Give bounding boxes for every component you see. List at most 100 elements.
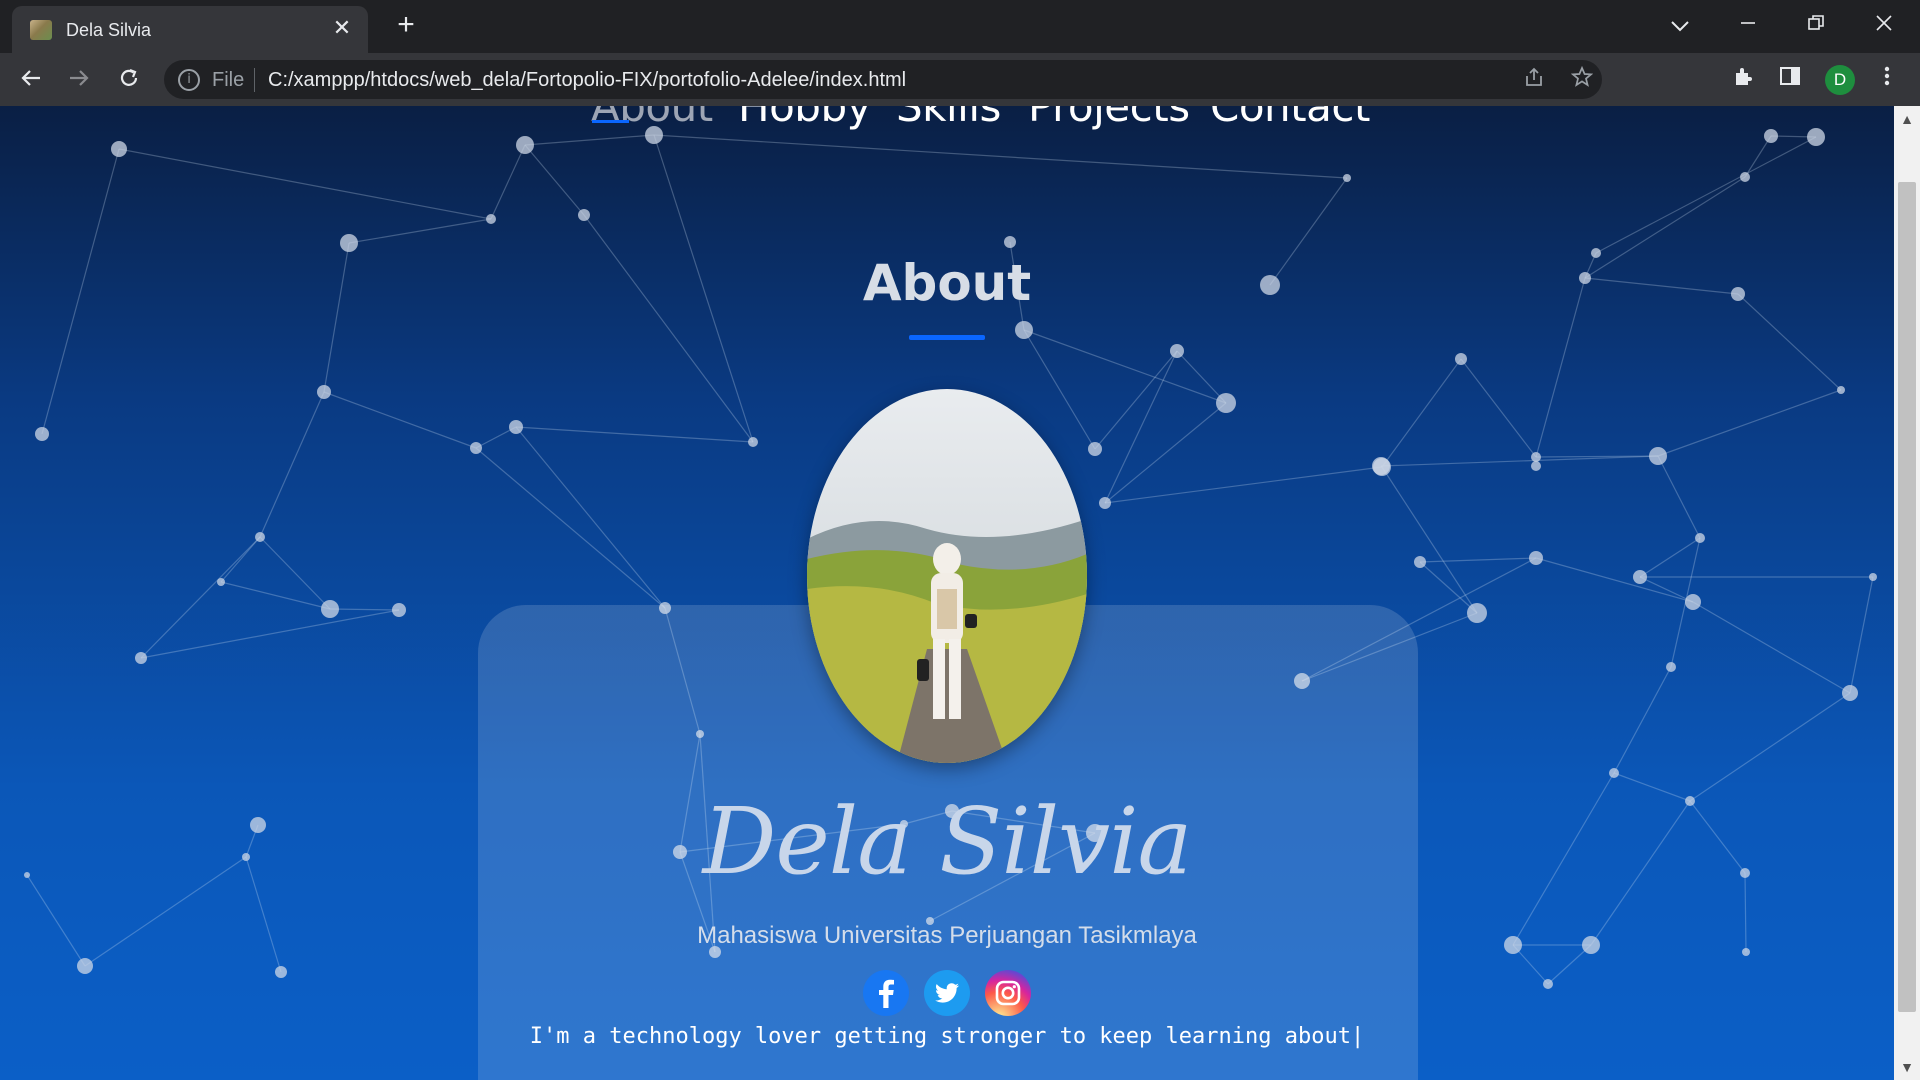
url-text[interactable]: C:/xamppp/htdocs/web_dela/Fortopolio-FIX… (268, 69, 906, 92)
network-link (490, 144, 526, 220)
network-link (1381, 358, 1462, 468)
reload-icon[interactable] (112, 63, 146, 97)
network-node (1088, 442, 1102, 456)
back-icon[interactable] (14, 63, 48, 97)
network-link (1689, 692, 1851, 802)
share-icon[interactable] (1520, 66, 1548, 94)
network-link (140, 609, 400, 659)
network-node (1666, 662, 1676, 672)
extensions-icon[interactable] (1728, 65, 1758, 95)
network-link (515, 426, 666, 609)
browser-toolbar: i File C:/xamppp/htdocs/web_dela/Fortopo… (0, 53, 1920, 106)
network-node (1685, 594, 1701, 610)
nav-skills-link[interactable]: Skills (896, 106, 1001, 131)
typed-tagline: I'm a technology lover getting stronger … (529, 1024, 1365, 1049)
network-node (1414, 556, 1426, 568)
network-node (1015, 321, 1033, 339)
network-link (329, 608, 400, 611)
network-node (1543, 979, 1553, 989)
network-link (515, 426, 754, 443)
profile-photo (807, 389, 1087, 763)
network-node (470, 442, 482, 454)
nav-about-link[interactable]: About (591, 106, 713, 131)
network-node (509, 420, 523, 434)
close-window-icon[interactable] (1864, 8, 1904, 44)
tab-title: Dela Silvia (66, 20, 152, 40)
section-title: About (862, 254, 1032, 312)
profile-subtitle: Mahasiswa Universitas Perjuangan Tasikml… (697, 922, 1197, 949)
active-nav-underline (592, 120, 629, 123)
network-node (486, 214, 496, 224)
facebook-icon[interactable] (863, 970, 909, 1016)
network-link (1639, 537, 1701, 578)
network-node (1170, 344, 1184, 358)
network-node (217, 578, 225, 586)
profile-avatar[interactable]: D (1825, 65, 1855, 95)
network-node (1467, 603, 1487, 623)
network-node (1216, 393, 1236, 413)
network-link (583, 214, 754, 443)
network-node (1633, 570, 1647, 584)
network-link (323, 391, 477, 449)
favicon-icon (30, 20, 52, 40)
network-link (475, 447, 666, 609)
network-link (1104, 350, 1178, 504)
network-link (140, 536, 261, 659)
minimize-icon[interactable] (1728, 8, 1768, 44)
network-link (1023, 329, 1227, 404)
network-link (220, 581, 331, 610)
network-node (578, 209, 590, 221)
network-node (35, 427, 49, 441)
restore-icon[interactable] (1796, 8, 1836, 44)
network-link (1094, 350, 1178, 450)
page-viewport: About Hobby Skills Projects Contact Abou… (0, 106, 1894, 1080)
twitter-icon[interactable] (924, 970, 970, 1016)
network-link (1692, 601, 1851, 694)
instagram-icon[interactable] (985, 970, 1031, 1016)
scrollbar-thumb[interactable] (1898, 182, 1916, 1012)
network-link (1380, 455, 1659, 467)
menu-kebab-icon[interactable] (1872, 65, 1902, 95)
network-link (1535, 557, 1694, 603)
nav-projects-link[interactable]: Projects (1028, 106, 1190, 131)
network-link (1104, 466, 1383, 504)
tab-strip: Dela Silvia ✕ + (0, 0, 1920, 53)
address-bar[interactable]: i File C:/xamppp/htdocs/web_dela/Fortopo… (164, 60, 1602, 99)
page-scrollbar[interactable]: ▲ ▼ (1894, 106, 1920, 1080)
close-tab-icon[interactable]: ✕ (330, 16, 354, 40)
side-panel-icon[interactable] (1775, 65, 1805, 95)
scroll-up-arrow-icon[interactable]: ▲ (1894, 106, 1920, 132)
network-node (1609, 768, 1619, 778)
profile-name: Dela Silvia (702, 788, 1193, 895)
scroll-down-arrow-icon[interactable]: ▼ (1894, 1054, 1920, 1080)
tab-search-icon[interactable] (1660, 8, 1700, 44)
network-link (1419, 557, 1537, 563)
network-link (1460, 358, 1537, 458)
network-node (1869, 573, 1877, 581)
network-link (348, 218, 492, 244)
network-link (1744, 135, 1772, 178)
network-link (1104, 402, 1227, 504)
nav-contact-link[interactable]: Contact (1210, 106, 1370, 131)
network-node (340, 234, 358, 252)
network-node (1455, 353, 1467, 365)
network-node (275, 966, 287, 978)
new-tab-button[interactable]: + (390, 10, 422, 42)
omnibox-divider (254, 68, 255, 92)
network-link (1381, 466, 1478, 614)
browser-tab[interactable]: Dela Silvia ✕ (12, 6, 368, 53)
network-node (392, 603, 406, 617)
network-link (524, 144, 585, 216)
network-link (1657, 455, 1701, 539)
network-node (1099, 497, 1111, 509)
forward-icon[interactable] (62, 63, 96, 97)
network-node (1842, 685, 1858, 701)
network-node (1837, 386, 1845, 394)
bookmark-star-icon[interactable] (1568, 65, 1596, 94)
info-icon[interactable]: i (178, 69, 200, 91)
network-node (135, 652, 147, 664)
network-node (1529, 551, 1543, 565)
network-node (321, 600, 339, 618)
nav-hobby-link[interactable]: Hobby (738, 106, 871, 131)
network-link (1613, 666, 1672, 774)
